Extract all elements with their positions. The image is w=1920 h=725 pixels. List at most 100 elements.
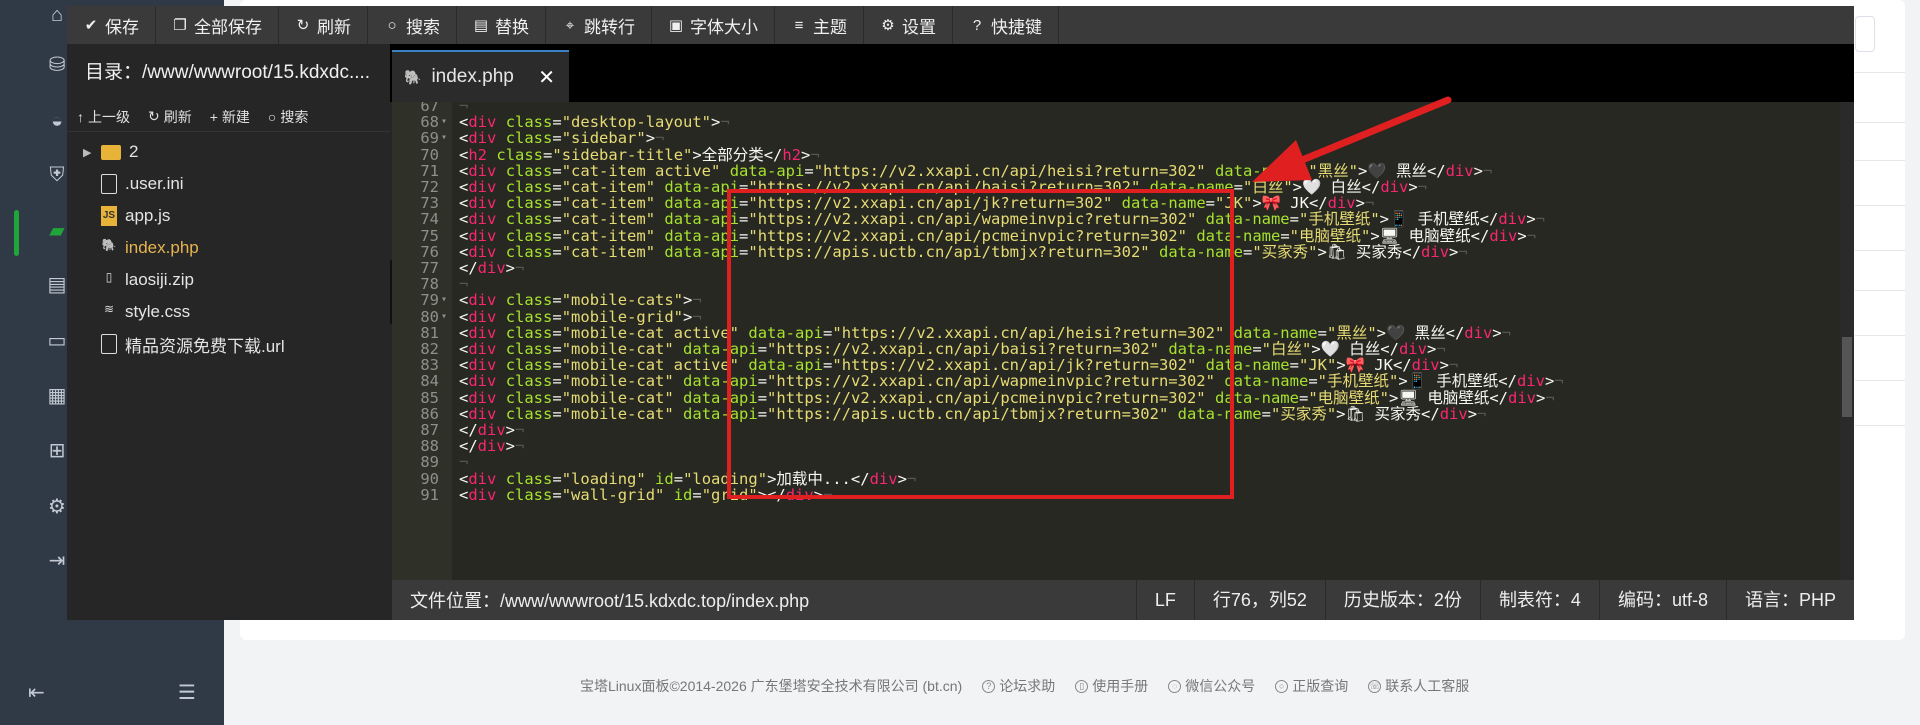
refresh-icon: ↻ [148,108,160,124]
plus-icon: + [209,108,218,125]
highlight-box [727,189,1234,499]
toolbar-button-label: 字体大小 [690,17,758,37]
status-language[interactable]: 语言：PHP [1725,580,1854,620]
editor-toolbar: ✔ 保存 ❐ 全部保存 ↻ 刷新 ○ 搜索 ▤ 替换 ⌖ 跳转行 ▣ 字体大小 ≡ 主题 ⚙ 设置? 快捷键 [67,6,1854,44]
css-file-icon: ≋ [103,302,115,316]
help-circle-icon: ? [982,679,996,693]
file-toolbar-button-0[interactable]: ↑ 上一级 [77,107,130,127]
file-item[interactable]: 🐘 index.php [67,232,390,264]
php-file-icon: 🐘 [101,238,117,252]
line-number: 91 [420,485,439,504]
row-divider [1855,250,1905,251]
status-eol[interactable]: LF [1135,580,1194,620]
row-divider [1855,290,1905,291]
toolbar-button-8[interactable]: ⚙ 设置 [864,6,953,44]
status-history[interactable]: 历史版本：2份 [1324,580,1480,620]
file-item[interactable]: .user.ini [67,168,390,200]
code-scrollbar[interactable] [1840,102,1854,580]
folder-file-icon [101,144,121,160]
footer-copyright: 宝塔Linux面板©2014-2026 广东堡塔安全技术有限公司 (bt.cn) [580,678,963,694]
replace-icon: ▤ [473,17,489,34]
toolbar-button-9[interactable]: ? 快捷键 [953,6,1059,44]
file-item[interactable]: ▯ laosiji.zip [67,264,390,296]
wechat-icon: ◌ [1168,679,1182,693]
toolbar-button-label: 快捷键 [991,17,1042,37]
row-divider [1855,380,1905,381]
row-divider [1855,425,1905,426]
doc-file-icon [101,334,117,354]
goto-line-icon: ⌖ [565,16,575,34]
toolbar-button-0[interactable]: ✔ 保存 [67,6,156,44]
directory-path: 目录：/www/wwwroot/15.kdxdc.... [67,44,390,102]
file-item[interactable]: JS app.js [67,200,390,232]
theme-icon: ≡ [794,16,804,34]
status-tab-size[interactable]: 制表符：4 [1479,580,1599,620]
footer-link-license[interactable]: ○ 正版查询 [1275,676,1348,696]
arrow-up-icon: ↑ [77,108,84,125]
file-toolbar-label: 刷新 [163,108,192,125]
file-item[interactable]: ▶ 2 [67,136,390,168]
file-name: laosiji.zip [125,270,194,289]
toolbar-button-6[interactable]: ▣ 字体大小 [652,6,775,44]
footer-link-manual[interactable]: ▯ 使用手册 [1075,676,1148,696]
toolbar-button-5[interactable]: ⌖ 跳转行 [546,6,652,44]
status-cursor[interactable]: 行76，列52 [1193,580,1325,620]
toolbar-button-label: 保存 [105,17,139,37]
help-icon: ? [972,16,982,34]
file-name: app.js [125,206,171,225]
file-name: .user.ini [125,174,184,193]
file-name: 精品资源免费下载.url [125,336,285,356]
file-toolbar-button-1[interactable]: ↻ 刷新 [148,107,192,127]
status-bar: 文件位置：/www/wwwroot/15.kdxdc.top/index.php… [392,580,1854,620]
toolbar-button-4[interactable]: ▤ 替换 [457,6,546,44]
toolbar-button-label: 搜索 [406,17,440,37]
file-tree: ▶ 2 .user.ini JS app.js 🐘 index.php ▯ laosiji.zi… [67,132,390,360]
file-name: index.php [125,238,199,257]
file-toolbar: ↑ 上一级 ↻ 刷新 + 新建 ○ 搜索 [67,102,390,132]
panel-button[interactable] [1855,16,1875,52]
footer-link-wechat[interactable]: ◌ 微信公众号 [1168,676,1255,696]
row-divider [1855,122,1905,123]
status-file-path: 文件位置：/www/wwwroot/15.kdxdc.top/index.php [410,591,810,611]
font-size-icon: ▣ [668,17,684,34]
file-toolbar-button-2[interactable]: + 新建 [210,107,250,127]
toolbar-button-label: 替换 [495,17,529,37]
scroll-thumb[interactable] [1842,337,1852,417]
toolbar-button-2[interactable]: ↻ 刷新 [279,6,368,44]
toolbar-button-label: 跳转行 [584,17,635,37]
collapse-menu-icon[interactable]: ⇤ [28,680,45,705]
file-item[interactable]: 精品资源免费下载.url [67,328,390,360]
search-icon: ○ [267,108,277,125]
file-item[interactable]: ≋ style.css [67,296,390,328]
row-divider [1855,335,1905,336]
gear-icon: ⚙ [881,17,895,34]
toolbar-button-label: 刷新 [317,17,351,37]
footer-link-support[interactable]: ☏ 联系人工客服 [1368,676,1469,696]
search-icon: ○ [387,16,397,34]
file-toolbar-button-3[interactable]: ○ 搜索 [268,107,308,127]
list-icon[interactable]: ☰ [178,680,196,705]
close-icon[interactable]: ✕ [538,65,555,90]
file-toolbar-label: 新建 [221,108,250,125]
toolbar-button-7[interactable]: ≡ 主题 [775,6,864,44]
doc-file-icon [101,174,117,194]
status-encoding[interactable]: 编码：utf-8 [1598,580,1726,620]
customer-service-icon: ☏ [1368,679,1382,693]
active-indicator [14,210,19,256]
footer-link-forum[interactable]: ? 论坛求助 [982,676,1055,696]
file-toolbar-label: 上一级 [88,108,130,125]
book-icon: ▯ [1075,679,1089,693]
zip-file-icon: ▯ [105,270,113,284]
file-name: 2 [129,142,139,161]
file-panel: ↑ 上一级 ↻ 刷新 + 新建 ○ 搜索 ▶ 2 .user.ini JS app.js 🐘 index.… [67,102,390,580]
toolbar-button-label: 设置 [902,17,936,37]
chevron-right-icon: ▶ [83,146,92,159]
file-name: style.css [125,302,191,321]
toolbar-button-3[interactable]: ○ 搜索 [368,6,457,44]
js-file-icon: JS [101,206,117,226]
statusbar-left [67,580,392,620]
row-divider [1855,205,1905,206]
tab-index-php[interactable]: 🐘 index.php ✕ [392,50,569,102]
row-divider [1855,160,1905,161]
toolbar-button-1[interactable]: ❐ 全部保存 [156,6,279,44]
